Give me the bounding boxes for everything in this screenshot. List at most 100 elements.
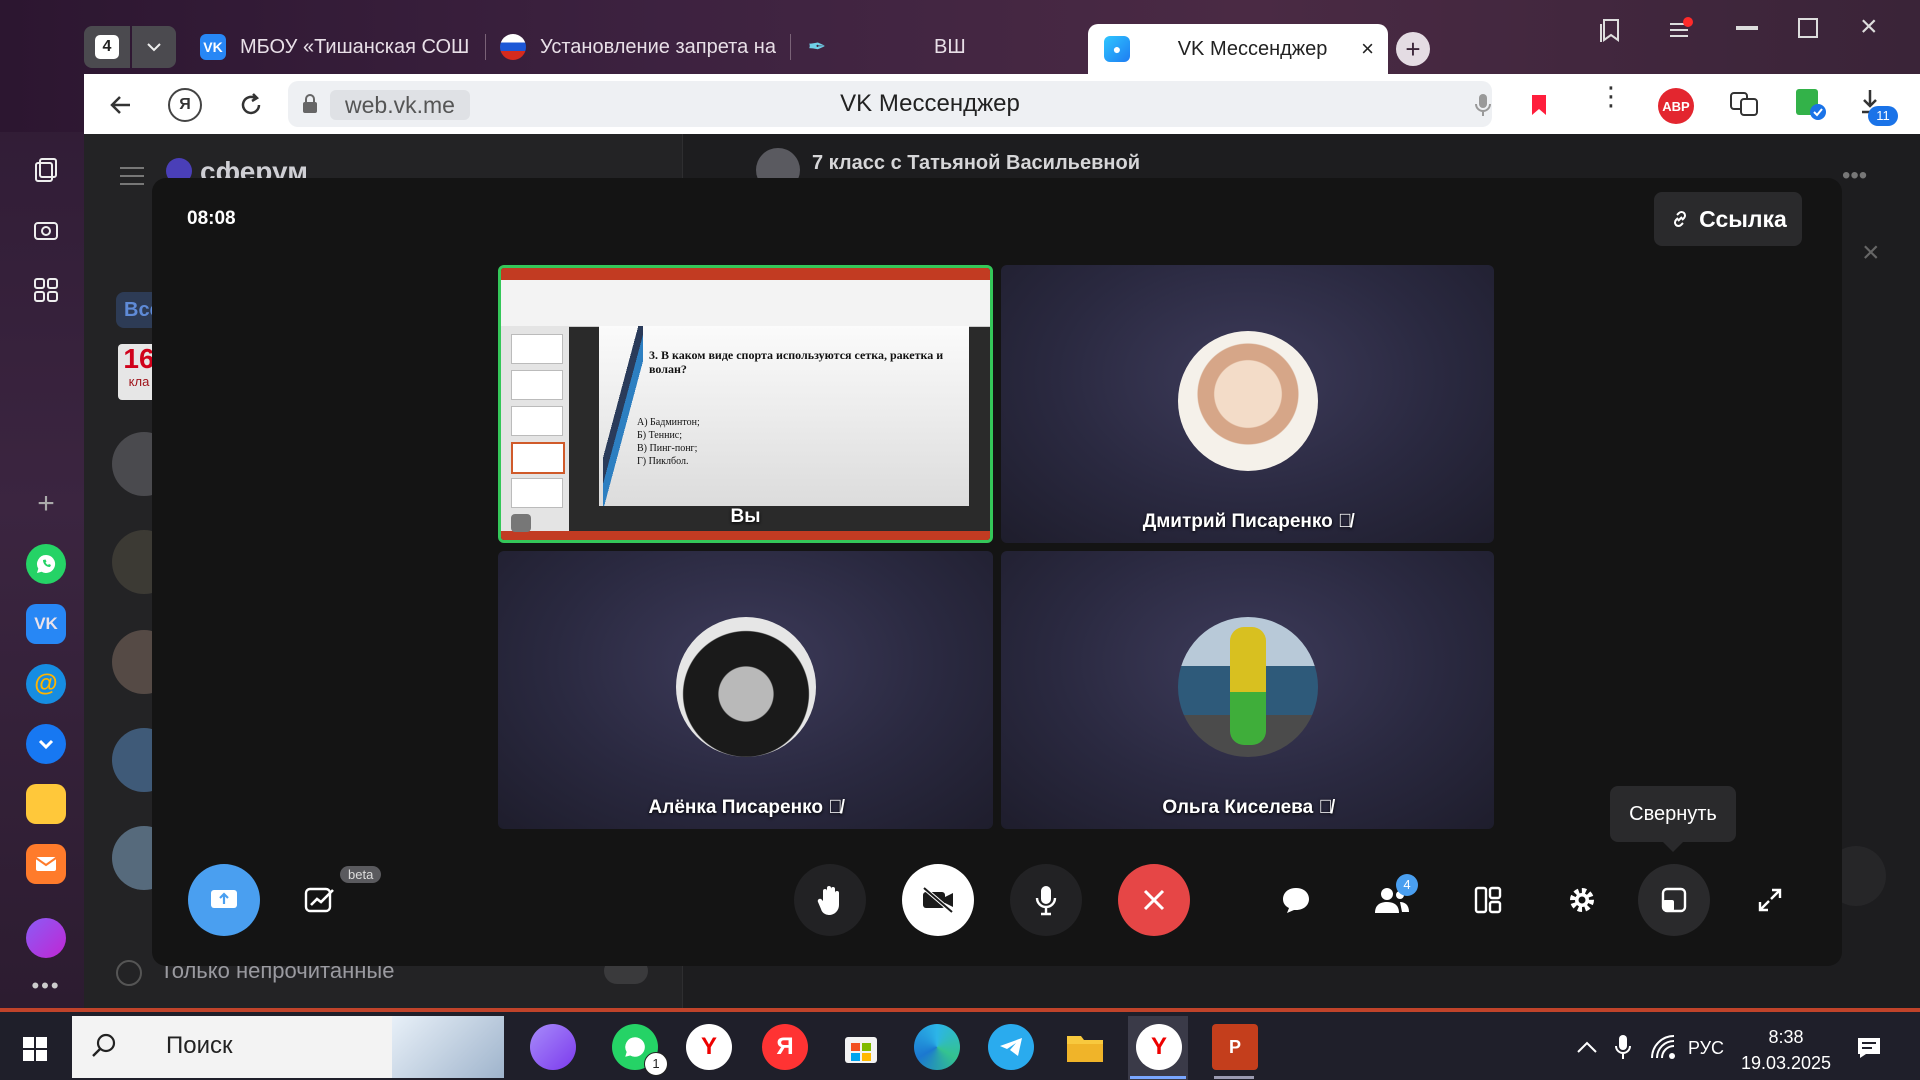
screenshot-icon[interactable] — [26, 210, 66, 250]
whatsapp-sidebar-icon[interactable] — [26, 544, 66, 584]
call-timer: 08:08 — [187, 208, 236, 229]
voice-search-icon[interactable] — [1474, 93, 1492, 117]
hamburger-icon[interactable] — [118, 166, 146, 186]
check-sidebar-icon[interactable] — [26, 724, 66, 764]
alice-sidebar-icon[interactable] — [26, 918, 66, 958]
gear-icon — [1570, 888, 1594, 912]
link-icon — [1674, 210, 1687, 228]
tray-microphone-icon[interactable] — [1614, 1034, 1632, 1060]
tray-language[interactable]: РУС — [1688, 1038, 1724, 1059]
notifications-icon[interactable] — [1856, 1036, 1882, 1060]
tray-chevron-up-icon[interactable] — [1576, 1040, 1598, 1054]
tab-vsh[interactable]: ✒ ВШ — [804, 22, 1084, 72]
screen-upload-icon — [211, 890, 237, 908]
bookmark-red-icon[interactable] — [1530, 93, 1548, 117]
more-dots-icon[interactable]: ••• — [26, 966, 66, 1006]
bookmarks-icon[interactable] — [1596, 16, 1624, 44]
windows-start-icon[interactable] — [22, 1036, 48, 1062]
microphone-button[interactable] — [1010, 864, 1082, 936]
avatar-dmitry — [1177, 331, 1318, 471]
whiteboard-pen-icon — [304, 887, 334, 913]
minimize-window-icon[interactable] — [1736, 26, 1758, 30]
tab-menu-chevron-icon[interactable] — [132, 26, 176, 68]
more-vertical-icon[interactable]: ⋮ — [1598, 83, 1624, 109]
shared-app-statusbar — [501, 531, 990, 540]
taskbar-telegram-icon[interactable] — [988, 1024, 1034, 1070]
tooltip-arrow — [1663, 842, 1683, 852]
notes-sidebar-icon[interactable] — [26, 784, 66, 824]
taskbar-powerpoint-icon[interactable]: P — [1212, 1024, 1258, 1070]
lock-icon — [302, 94, 318, 114]
participant-tile-alyonka[interactable]: Алёнка Писаренко 🎙̸ — [498, 551, 993, 829]
close-panel-icon[interactable]: × — [1862, 236, 1880, 270]
tab-group-counter[interactable]: 4 — [84, 26, 130, 68]
maximize-window-icon[interactable] — [1798, 18, 1818, 38]
shared-slide-thumbnails — [501, 326, 569, 531]
vk-sidebar-icon[interactable]: VK — [26, 604, 66, 644]
slide-question: 3. В каком виде спорта используются сетк… — [649, 348, 944, 376]
chat-button[interactable] — [1260, 864, 1332, 936]
close-tab-icon[interactable]: × — [1361, 36, 1374, 62]
beta-badge: beta — [340, 866, 382, 883]
tray-clock[interactable]: 8:38 19.03.2025 — [1738, 1024, 1834, 1076]
layout-button[interactable] — [1452, 864, 1524, 936]
chat-more-icon[interactable]: ••• — [1842, 162, 1867, 190]
tray-wifi-icon[interactable] — [1650, 1034, 1676, 1060]
taskbar-alice-icon[interactable] — [530, 1024, 576, 1070]
tab-mbou[interactable]: VK МБОУ «Тишанская СОШ» — [200, 22, 470, 72]
camera-off-icon — [922, 886, 954, 914]
taskbar-explorer-icon[interactable] — [1062, 1024, 1108, 1070]
add-panel-icon[interactable]: + — [26, 484, 66, 524]
participant-tile-dmitry[interactable]: Дмитрий Писаренко 🎙̸ — [1001, 265, 1494, 543]
reload-icon[interactable] — [234, 88, 268, 122]
extension-check-icon[interactable] — [1792, 86, 1828, 122]
taskbar-search[interactable]: Поиск — [72, 1016, 504, 1078]
settings-button[interactable] — [1546, 864, 1618, 936]
feather-icon: ✒ — [807, 34, 827, 59]
tab-vk-messenger[interactable]: ● VK Мессенджер × — [1088, 24, 1388, 74]
minimize-window-icon — [1661, 887, 1687, 913]
taskbar-edge-icon[interactable] — [914, 1024, 960, 1070]
adblock-icon[interactable]: ABP — [1658, 88, 1694, 124]
apps-grid-icon[interactable] — [26, 270, 66, 310]
browser-sidebar: 4 + VK @ ••• — [0, 0, 84, 1012]
mail-at-icon[interactable]: @ — [26, 664, 66, 704]
back-arrow-icon[interactable] — [104, 88, 138, 122]
participant-name-alyonka: Алёнка Писаренко 🎙̸ — [648, 797, 843, 818]
taskbar-yandex-browser-icon[interactable]: Y — [686, 1024, 732, 1070]
russia-flag-icon — [500, 34, 526, 60]
participant-tile-self[interactable]: 3. В каком виде спорта используются сетк… — [498, 265, 993, 543]
new-tab-plus-icon[interactable]: + — [1396, 32, 1430, 66]
collections-icon[interactable] — [26, 150, 66, 190]
copy-link-button[interactable]: Ссылка — [1654, 192, 1802, 246]
minimize-call-button[interactable] — [1638, 864, 1710, 936]
tab-zapret[interactable]: Установление запрета на — [500, 22, 780, 72]
participant-name-dmitry: Дмитрий Писаренко 🎙̸ — [1142, 511, 1353, 532]
mic-muted-icon: 🎙̸ — [1338, 511, 1353, 532]
translate-icon[interactable] — [1728, 88, 1760, 120]
url-domain: web.vk.me — [330, 90, 470, 120]
taskbar-yandex-browser-active-icon[interactable]: Y — [1136, 1024, 1182, 1070]
end-call-x-icon — [1143, 889, 1165, 911]
vk-messenger-icon: ● — [1104, 36, 1130, 62]
fullscreen-button[interactable] — [1734, 864, 1806, 936]
mail-envelope-icon[interactable] — [26, 844, 66, 884]
page-title: VK Мессенджер — [840, 90, 1020, 117]
close-window-icon[interactable]: × — [1860, 10, 1878, 44]
camera-toggle-button[interactable] — [902, 864, 974, 936]
menu-notify-icon[interactable] — [1666, 16, 1696, 44]
end-call-button[interactable] — [1118, 864, 1190, 936]
raise-hand-button[interactable] — [794, 864, 866, 936]
participants-count-badge: 4 — [1396, 874, 1418, 896]
hand-icon — [817, 886, 839, 916]
search-icon — [92, 1033, 116, 1057]
taskbar-yandex-icon[interactable]: Я — [762, 1024, 808, 1070]
chat-bubble-icon — [116, 960, 142, 986]
taskbar-store-icon[interactable] — [838, 1024, 884, 1070]
video-call-window — [152, 178, 1842, 966]
chat-icon — [1283, 888, 1309, 913]
yandex-home-icon[interactable]: Я — [168, 88, 202, 122]
screen-share-button[interactable] — [188, 864, 260, 936]
participant-tile-olga[interactable]: Ольга Киселева 🎙̸ — [1001, 551, 1494, 829]
participants-button[interactable] — [1356, 864, 1428, 936]
